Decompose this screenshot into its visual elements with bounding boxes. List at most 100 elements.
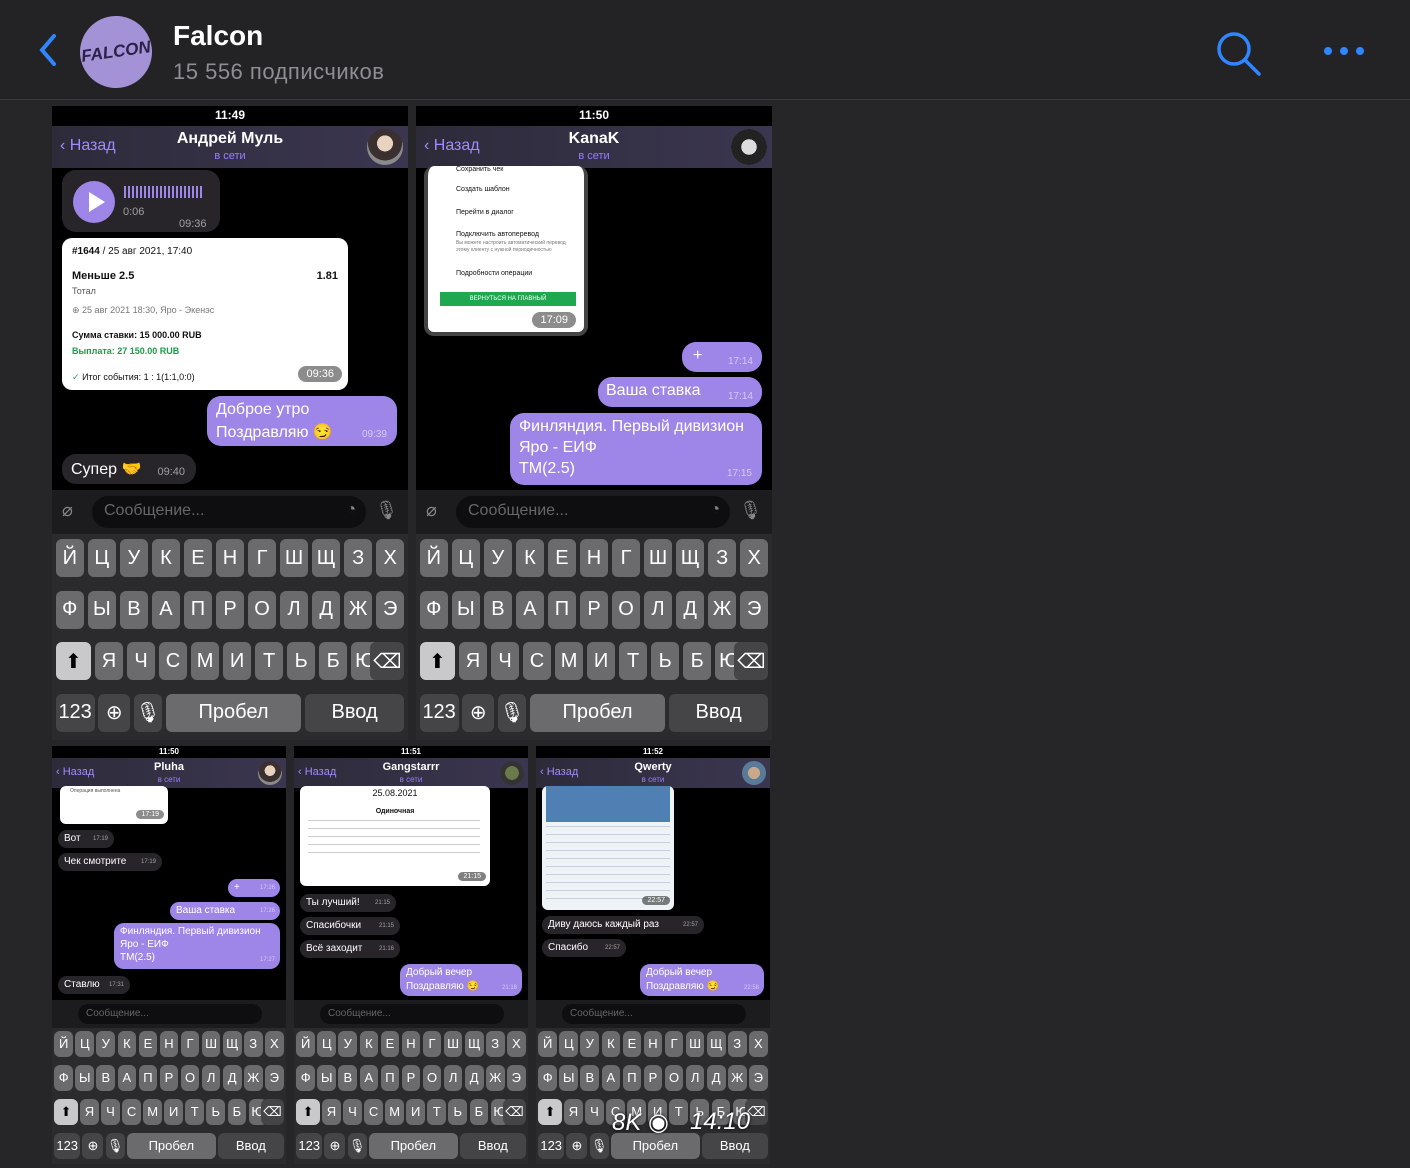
dictation-icon[interactable]: 🎙 [105, 1133, 125, 1159]
key-Ч[interactable]: Ч [126, 642, 156, 681]
key-Я[interactable]: Я [94, 642, 124, 681]
key-Э[interactable]: Э [506, 1065, 526, 1091]
key-Р[interactable]: Р [215, 590, 245, 629]
space-key[interactable]: Пробел [368, 1133, 458, 1159]
key-В[interactable]: В [338, 1065, 358, 1091]
key-Л[interactable]: Л [443, 1065, 463, 1091]
message-input[interactable]: Сообщение... [78, 1004, 262, 1024]
key-Ф[interactable]: Ф [55, 590, 85, 629]
key-Н[interactable]: Н [215, 539, 245, 578]
globe-icon[interactable]: ⊕ [462, 693, 495, 732]
key-Т[interactable]: Т [427, 1099, 447, 1125]
key-Н[interactable]: Н [579, 539, 609, 578]
key-Н[interactable]: Н [643, 1031, 663, 1057]
key-К[interactable]: К [151, 539, 181, 578]
outgoing-message[interactable]: Добрый вечер Поздравляю 😏 21:18 [400, 964, 522, 996]
key-М[interactable]: М [190, 642, 220, 681]
globe-icon[interactable]: ⊕ [566, 1133, 588, 1159]
backspace-key[interactable]: ⌫ [370, 642, 405, 681]
key-Ш[interactable]: Ш [685, 1031, 705, 1057]
incoming-message[interactable]: Вот 17:19 [58, 830, 114, 848]
key-Я[interactable]: Я [80, 1099, 99, 1125]
space-key[interactable]: Пробел [610, 1133, 700, 1159]
key-З[interactable]: З [707, 539, 737, 578]
dictation-icon[interactable]: 🎙 [497, 693, 527, 732]
enter-key[interactable]: Ввод [668, 693, 769, 732]
key-Д[interactable]: Д [222, 1065, 242, 1091]
key-Ы[interactable]: Ы [559, 1065, 579, 1091]
key-Ж[interactable]: Ж [707, 590, 737, 629]
key-Е[interactable]: Е [547, 539, 577, 578]
key-Й[interactable]: Й [54, 1031, 74, 1057]
chevron-left-icon[interactable] [34, 30, 64, 70]
message-input[interactable]: Сообщение... ◔ [456, 496, 730, 528]
message-input[interactable]: Сообщение... ◔ [92, 496, 366, 528]
enter-key[interactable]: Ввод [218, 1133, 284, 1159]
key-Х[interactable]: Х [375, 539, 405, 578]
more-icon[interactable] [1322, 44, 1366, 58]
backspace-key[interactable]: ⌫ [734, 642, 769, 681]
key-У[interactable]: У [580, 1031, 600, 1057]
key-У[interactable]: У [338, 1031, 358, 1057]
key-В[interactable]: В [580, 1065, 600, 1091]
outgoing-message[interactable]: +17:26 [228, 879, 280, 897]
incoming-message[interactable]: Спасибочки 21:15 [300, 917, 400, 935]
key-Ч[interactable]: Ч [585, 1099, 604, 1125]
shift-key[interactable]: ⬆ [419, 642, 456, 681]
key-Ж[interactable]: Ж [243, 1065, 263, 1091]
dictation-icon[interactable]: 🎙 [133, 693, 163, 732]
play-icon[interactable] [73, 181, 115, 223]
incoming-message[interactable]: Ты лучший! 21:15 [300, 894, 396, 912]
key-Б[interactable]: Б [683, 642, 712, 681]
key-Щ[interactable]: Щ [675, 539, 705, 578]
key-С[interactable]: С [522, 642, 552, 681]
key-А[interactable]: А [151, 590, 181, 629]
incoming-message[interactable]: Диву даюсь каждый раз 22:57 [542, 916, 704, 934]
key-Б[interactable]: Б [227, 1099, 247, 1125]
key-О[interactable]: О [247, 590, 277, 629]
key-Л[interactable]: Л [643, 590, 673, 629]
globe-icon[interactable]: ⊕ [82, 1133, 104, 1159]
key-Ы[interactable]: Ы [451, 590, 481, 629]
key-С[interactable]: С [122, 1099, 141, 1125]
key-Н[interactable]: Н [159, 1031, 179, 1057]
microphone-icon[interactable]: 🎙 [739, 500, 762, 521]
key-Ф[interactable]: Ф [296, 1065, 316, 1091]
message-input[interactable]: Сообщение... [320, 1004, 504, 1024]
key-Д[interactable]: Д [464, 1065, 484, 1091]
numbers-key[interactable]: 123 [54, 1133, 81, 1159]
key-П[interactable]: П [183, 590, 213, 629]
key-Г[interactable]: Г [611, 539, 641, 578]
key-Д[interactable]: Д [311, 590, 341, 629]
key-П[interactable]: П [380, 1065, 400, 1091]
numbers-key[interactable]: 123 [419, 693, 459, 732]
key-С[interactable]: С [364, 1099, 383, 1125]
key-Ц[interactable]: Ц [451, 539, 481, 578]
key-Ж[interactable]: Ж [727, 1065, 747, 1091]
globe-icon[interactable]: ⊕ [98, 693, 131, 732]
outgoing-message[interactable]: Ваша ставка 17:14 [598, 377, 762, 407]
key-И[interactable]: И [406, 1099, 426, 1125]
screenshot-chat-5[interactable]: 11:52 ‹ Назад Qwerty в сети 22:57 Диву д… [536, 746, 770, 1164]
key-О[interactable]: О [180, 1065, 200, 1091]
key-Т[interactable]: Т [669, 1099, 689, 1125]
message-input[interactable]: Сообщение... [562, 1004, 746, 1024]
key-М[interactable]: М [143, 1099, 162, 1125]
backspace-key[interactable]: ⌫ [261, 1099, 284, 1125]
key-У[interactable]: У [483, 539, 513, 578]
key-П[interactable]: П [622, 1065, 642, 1091]
channel-name[interactable]: Falcon [173, 20, 263, 52]
key-Ш[interactable]: Ш [643, 539, 673, 578]
key-О[interactable]: О [664, 1065, 684, 1091]
bet-receipt-image[interactable]: #1644 / 25 авг 2021, 17:40 Меньше 2.5 1.… [62, 238, 348, 390]
key-Щ[interactable]: Щ [464, 1031, 484, 1057]
key-У[interactable]: У [119, 539, 149, 578]
app-menu-image[interactable]: Сохранить чек Создать шаблон Перейти в д… [424, 166, 588, 336]
avatar[interactable] [731, 129, 767, 165]
key-Ж[interactable]: Ж [485, 1065, 505, 1091]
key-Я[interactable]: Я [458, 642, 488, 681]
key-У[interactable]: У [96, 1031, 116, 1057]
key-Т[interactable]: Т [618, 642, 648, 681]
attach-icon[interactable]: ⌀ [62, 500, 73, 521]
space-key[interactable]: Пробел [126, 1133, 216, 1159]
